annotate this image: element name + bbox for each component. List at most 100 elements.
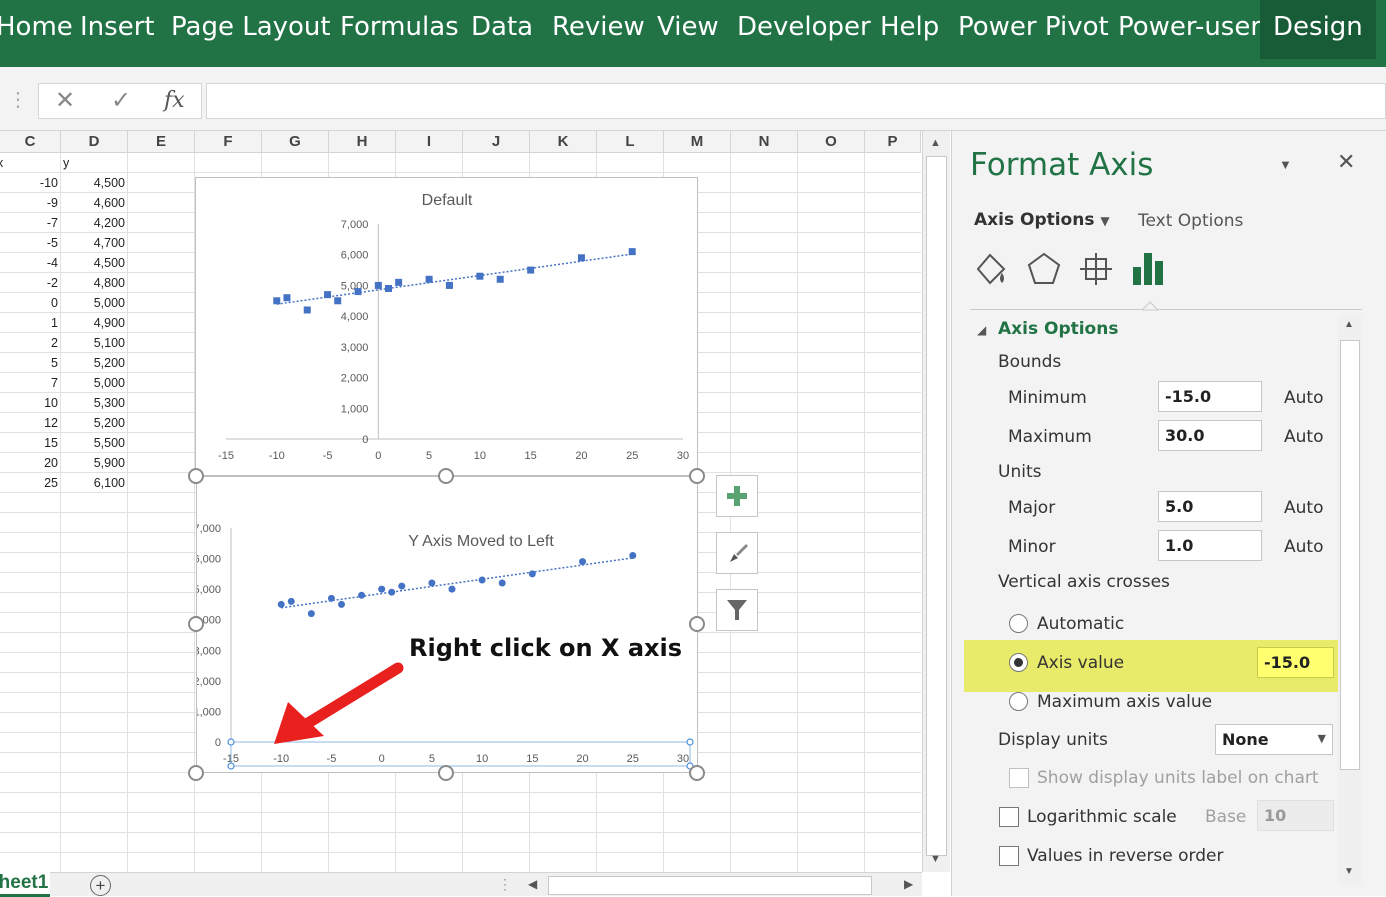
- formula-input[interactable]: [206, 83, 1386, 119]
- minimum-input[interactable]: -15.0: [1158, 381, 1262, 412]
- resize-handle-bl[interactable]: [188, 765, 204, 781]
- resize-handle-tl[interactable]: [188, 468, 204, 484]
- reverse-order-checkbox[interactable]: [999, 846, 1019, 866]
- cell-x[interactable]: 20: [0, 453, 58, 473]
- pane-scrollbar[interactable]: ▲ ▼: [1338, 316, 1362, 884]
- cell-x[interactable]: 15: [0, 433, 58, 453]
- cell-y[interactable]: 5,000: [61, 293, 125, 313]
- tab-power-user[interactable]: Power-user: [1118, 12, 1261, 42]
- function-icon[interactable]: fx: [164, 88, 185, 113]
- effects-icon[interactable]: [1026, 251, 1062, 287]
- col-header-d[interactable]: D: [61, 131, 128, 153]
- tab-review[interactable]: Review: [552, 12, 645, 42]
- scroll-thumb[interactable]: [926, 156, 947, 856]
- tab-text-options[interactable]: Text Options: [1138, 211, 1243, 231]
- col-header-o[interactable]: O: [798, 131, 865, 153]
- resize-handle-t[interactable]: [438, 468, 454, 484]
- cell-y[interactable]: 5,500: [61, 433, 125, 453]
- chart-default[interactable]: Default -15 -10 -5 0 5 10 15 20 25 30 0 1,000 2,000 3,…: [195, 177, 698, 476]
- tab-axis-options[interactable]: Axis Options ▼: [974, 210, 1110, 230]
- cell-y[interactable]: 4,900: [61, 313, 125, 333]
- radio-automatic[interactable]: [1009, 614, 1028, 633]
- tab-view[interactable]: View: [657, 12, 719, 42]
- header-x[interactable]: x: [0, 153, 3, 173]
- tab-help[interactable]: Help: [880, 12, 939, 42]
- minor-input[interactable]: 1.0: [1158, 530, 1262, 561]
- col-header-m[interactable]: M: [664, 131, 731, 153]
- maximum-input[interactable]: 30.0: [1158, 420, 1262, 451]
- axis-options-icon[interactable]: [1131, 249, 1167, 289]
- col-header-h[interactable]: H: [329, 131, 396, 153]
- chart-styles-button[interactable]: [716, 532, 758, 574]
- cell-x[interactable]: -7: [0, 213, 58, 233]
- tab-design[interactable]: Design: [1260, 0, 1376, 59]
- cell-x[interactable]: -9: [0, 193, 58, 213]
- cell-y[interactable]: 6,100: [61, 473, 125, 493]
- resize-handle-br[interactable]: [689, 765, 705, 781]
- cell-x[interactable]: 5: [0, 353, 58, 373]
- cell-x[interactable]: -10: [0, 173, 58, 193]
- resize-handle-l[interactable]: [188, 616, 204, 632]
- pane-scroll-up-icon[interactable]: ▲: [1344, 319, 1354, 330]
- cell-x[interactable]: 2: [0, 333, 58, 353]
- cell-y[interactable]: 5,200: [61, 413, 125, 433]
- cell-x[interactable]: 0: [0, 293, 58, 313]
- scroll-up-icon[interactable]: ▲: [930, 137, 941, 149]
- tab-splitter-icon[interactable]: ⋮: [498, 876, 512, 893]
- cell-x[interactable]: 10: [0, 393, 58, 413]
- cell-x[interactable]: 7: [0, 373, 58, 393]
- tab-formulas[interactable]: Formulas: [340, 12, 459, 42]
- vertical-scrollbar[interactable]: ▲ ▼: [922, 131, 950, 872]
- radio-axis-value[interactable]: [1009, 653, 1028, 672]
- cell-y[interactable]: 5,900: [61, 453, 125, 473]
- col-header-e[interactable]: E: [128, 131, 195, 153]
- tab-developer[interactable]: Developer: [737, 12, 871, 42]
- cell-x[interactable]: -4: [0, 253, 58, 273]
- resize-handle-r[interactable]: [689, 616, 705, 632]
- scroll-down-icon[interactable]: ▼: [930, 853, 941, 865]
- horizontal-scroll-thumb[interactable]: [548, 876, 872, 895]
- tab-data[interactable]: Data: [471, 12, 533, 42]
- resize-handle-tr[interactable]: [689, 468, 705, 484]
- cell-y[interactable]: 5,000: [61, 373, 125, 393]
- cell-y[interactable]: 4,200: [61, 213, 125, 233]
- show-units-label-checkbox[interactable]: [1009, 768, 1029, 788]
- col-header-g[interactable]: G: [262, 131, 329, 153]
- sheet-tab[interactable]: Sheet1: [0, 871, 50, 897]
- tab-page-layout[interactable]: Page Layout: [171, 12, 331, 42]
- tab-power-pivot[interactable]: Power Pivot: [958, 12, 1109, 42]
- col-header-f[interactable]: F: [195, 131, 262, 153]
- enter-icon[interactable]: ✓: [111, 86, 131, 115]
- cell-x[interactable]: -2: [0, 273, 58, 293]
- cancel-icon[interactable]: ✕: [55, 86, 75, 115]
- major-input[interactable]: 5.0: [1158, 491, 1262, 522]
- pane-options-dropdown-icon[interactable]: ▼: [1279, 157, 1292, 172]
- radio-maximum-axis-value[interactable]: [1009, 692, 1028, 711]
- col-header-j[interactable]: J: [463, 131, 530, 153]
- add-sheet-icon[interactable]: +: [90, 875, 111, 896]
- log-scale-checkbox[interactable]: [999, 807, 1019, 827]
- cell-y[interactable]: 4,500: [61, 253, 125, 273]
- cell-y[interactable]: 4,600: [61, 193, 125, 213]
- header-y[interactable]: y: [63, 153, 69, 173]
- cell-y[interactable]: 5,100: [61, 333, 125, 353]
- pane-scroll-thumb[interactable]: [1340, 340, 1360, 770]
- cell-x[interactable]: 1: [0, 313, 58, 333]
- size-properties-icon[interactable]: [1078, 251, 1114, 287]
- pane-scroll-down-icon[interactable]: ▼: [1344, 866, 1354, 877]
- chart-elements-button[interactable]: [716, 475, 758, 517]
- minimum-auto-button[interactable]: Auto: [1284, 388, 1323, 408]
- display-units-select[interactable]: None ▼: [1215, 724, 1333, 755]
- close-icon[interactable]: ✕: [1337, 149, 1355, 175]
- minor-auto-button[interactable]: Auto: [1284, 537, 1323, 557]
- cell-y[interactable]: 4,800: [61, 273, 125, 293]
- collapse-icon[interactable]: ◢: [977, 323, 986, 337]
- cell-x[interactable]: 25: [0, 473, 58, 493]
- col-header-k[interactable]: K: [530, 131, 597, 153]
- cell-y[interactable]: 4,700: [61, 233, 125, 253]
- col-header-l[interactable]: L: [597, 131, 664, 153]
- cell-y[interactable]: 5,200: [61, 353, 125, 373]
- fill-line-icon[interactable]: [974, 251, 1010, 287]
- col-header-n[interactable]: N: [731, 131, 798, 153]
- grip-icon[interactable]: ⋮: [8, 87, 28, 112]
